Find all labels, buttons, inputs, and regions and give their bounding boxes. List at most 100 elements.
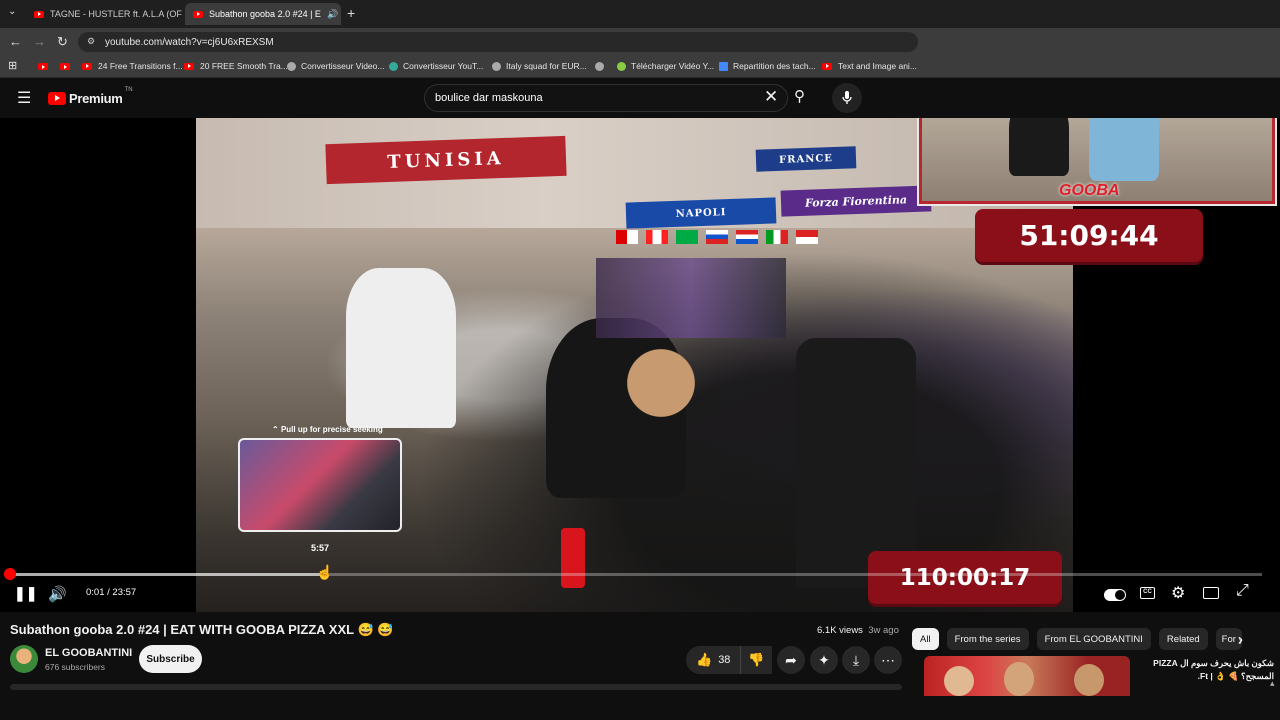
microphone-icon [842,91,852,104]
search-input[interactable]: boulice dar maskouna [424,84,788,112]
address-bar[interactable]: ⚙ youtube.com/watch?v=cj6U6xREXSM [78,32,918,52]
video-title: Subathon gooba 2.0 #24 | EAT WITH GOOBA … [10,622,393,638]
clear-search-icon[interactable]: ✕ [764,87,778,107]
person-face [606,333,716,433]
view-count: 6.1K views [817,625,863,636]
subscribe-button[interactable]: Subscribe [139,645,202,673]
flag-decor [646,230,668,244]
bookmark-globe[interactable] [595,62,609,73]
tunisia-banner: TUNISIA [325,135,567,185]
bookmark-label: Convertisseur Video... [301,61,385,71]
chips-next-chevron-icon[interactable]: › [1238,631,1243,648]
back-arrow-icon[interactable]: ← [9,34,22,49]
search-icon[interactable]: ⚲ [794,87,805,105]
share-arrow-icon: ➦ [785,651,797,668]
download-icon [617,61,626,71]
converter-icon [389,61,398,71]
bookmark-item[interactable]: 24 Free Transitions f... [82,61,183,71]
volume-icon[interactable]: 🔊 [48,585,67,603]
thumbs-up-icon: 👍 [696,652,713,667]
tab-search-chevron-icon[interactable]: ⌄ [8,6,16,17]
more-actions-button[interactable]: ⋯ [874,646,902,674]
recommended-video-title[interactable]: شكون باش يحرف سوم ال PIZZA المسجح؟ 🍕 👌 |… [1134,657,1274,689]
flag-decor [616,230,638,244]
channel-name[interactable]: EL GOOBANTINI [45,647,132,659]
logo-country: TN [124,87,133,93]
browser-toolbar: ← → ↻ ⚙ youtube.com/watch?v=cj6U6xREXSM [0,28,1280,56]
scrollbar-up-arrow-icon[interactable]: ▴ [1270,678,1275,689]
recommended-video-thumbnail[interactable] [924,656,1130,696]
download-button[interactable]: ⤓ [842,646,870,674]
apps-grid-icon[interactable]: ⊞ [8,59,17,72]
fullscreen-icon[interactable]: ⤢ [1236,582,1249,600]
channel-avatar[interactable] [10,645,38,673]
seek-hint-text: Pull up for precise seeking [280,425,383,434]
seek-preview-time: 5:57 [311,543,330,553]
search-query: boulice dar maskouna [435,92,543,104]
face-decor [1074,664,1104,696]
share-button[interactable]: ➦ [777,646,805,674]
ask-ai-button[interactable]: ✦ [810,646,838,674]
globe-icon [492,61,501,71]
face-decor [1004,662,1034,696]
upload-age: 3w ago [868,625,899,636]
time-separator: / [107,587,110,598]
tab-title: Subathon gooba 2.0 #24 | E [209,9,321,19]
chip-related[interactable]: Related [1158,628,1208,650]
streamer-cam-overlay: GOOBA [917,118,1277,206]
scrubber-handle[interactable] [4,568,16,580]
bookmark-youtube-2[interactable] [60,62,76,72]
napoli-banner: NAPOLI [625,197,777,229]
bookmark-item[interactable]: Convertisseur Video... [287,61,384,71]
new-tab-button[interactable]: + [347,5,355,21]
sparkle-icon: ✦ [818,651,830,668]
settings-gear-icon[interactable]: ⚙ [1171,583,1185,603]
dislike-button[interactable]: 👎 [740,646,772,674]
chip-from-series[interactable]: From the series [946,628,1029,650]
globe-icon [595,62,604,71]
bookmark-item[interactable]: Text and Image ani... [822,61,917,71]
time-display: 0:01 / 23:57 [86,587,136,598]
window-glow [596,258,786,338]
tab-title: TAGNE - HUSTLER ft. A.L.A (OFF [50,9,182,19]
voice-search-button[interactable] [832,83,862,113]
site-info-icon[interactable]: ⚙ [87,36,95,47]
menu-hamburger-icon[interactable]: ☰ [17,88,31,108]
bookmarks-bar: ⊞ 24 Free Transitions f... 20 FREE Smoot… [0,56,1280,78]
theater-mode-icon[interactable] [1203,587,1219,599]
recommendation-filter-chips: All From the series From EL GOOBANTINI R… [912,628,1242,650]
audio-playing-icon[interactable]: 🔊 [327,9,338,20]
forward-arrow-icon[interactable]: → [33,34,46,49]
bookmark-item[interactable]: Italy squad for EUR... [492,61,587,71]
bookmark-item[interactable]: Repartition des tach... [719,61,816,71]
captions-icon[interactable]: CC [1140,587,1155,599]
pause-button[interactable]: ❚❚ [14,585,37,602]
video-meta: 6.1K views 3w ago [817,625,899,636]
chip-from-channel[interactable]: From EL GOOBANTINI [1036,628,1151,650]
reload-icon[interactable]: ↻ [57,34,68,50]
youtube-favicon-icon [193,10,203,18]
flag-decor [736,230,758,244]
bookmark-label: Repartition des tach... [733,61,816,71]
youtube-favicon-icon [82,62,92,70]
youtube-premium-logo[interactable]: Premium TN [48,87,133,106]
autoplay-toggle[interactable] [1104,589,1126,601]
tab-tagne[interactable]: TAGNE - HUSTLER ft. A.L.A (OFF × [26,3,182,25]
person-right [1089,118,1159,181]
thumbs-down-icon: 👎 [748,652,765,667]
logo-text: Premium [69,91,123,106]
tab-subathon[interactable]: Subathon gooba 2.0 #24 | E 🔊 × [185,3,341,25]
chip-all[interactable]: All [912,628,939,650]
bookmark-label: Text and Image ani... [838,61,917,71]
description-box-edge[interactable] [10,684,902,690]
flag-decor [796,230,818,244]
bookmark-item[interactable]: Télécharger Vidéo Y... [617,61,714,71]
video-player[interactable]: TUNISIA NAPOLI Forza Fiorentina FRANCE G… [0,118,1280,612]
bookmark-item[interactable]: 20 FREE Smooth Tra... [184,61,288,71]
bookmark-item[interactable]: Convertisseur YouT... [389,61,483,71]
toggle-knob [1115,590,1125,600]
video-title-emoji: 😅 😅 [357,622,394,637]
like-count: 38 [718,654,731,666]
bookmark-label: Italy squad for EUR... [506,61,587,71]
bookmark-youtube-1[interactable] [38,62,54,72]
